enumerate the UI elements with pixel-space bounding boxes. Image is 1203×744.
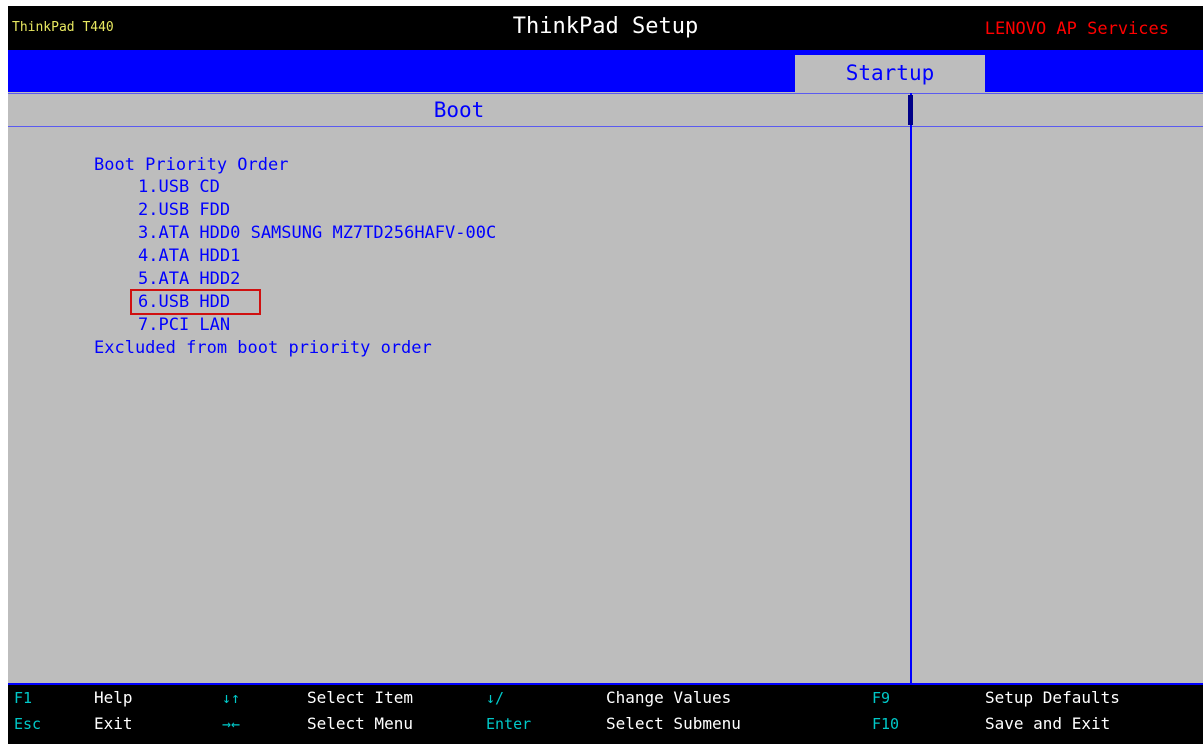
boot-item-ata-hdd1[interactable]: 4.ATA HDD1 (138, 245, 240, 267)
excluded-heading: Excluded from boot priority order (94, 338, 432, 358)
key-help-bar: F1 Help ↓↑ Select Item ↓/ Change Values … (8, 685, 1203, 744)
key-f1: F1 (14, 689, 33, 707)
key-updown-desc: Select Item (307, 688, 413, 707)
key-f10-desc: Save and Exit (985, 714, 1111, 733)
key-esc-desc: Exit (94, 714, 133, 733)
panel-divider (910, 93, 912, 683)
key-enter: Enter (486, 715, 532, 733)
key-f1-desc: Help (94, 688, 133, 707)
bios-screen: ThinkPad T440 ThinkPad Setup LENOVO AP S… (8, 6, 1203, 744)
section-title: Boot (8, 93, 910, 127)
key-f10: F10 (872, 715, 900, 733)
boot-item-ata-hdd0[interactable]: 3.ATA HDD0 SAMSUNG MZ7TD256HAFV-00C (138, 222, 496, 244)
key-f9-desc: Setup Defaults (985, 688, 1120, 707)
key-plusminus: ↓/ (486, 689, 505, 707)
key-f9: F9 (872, 689, 891, 707)
scroll-indicator (908, 95, 913, 125)
key-leftright-desc: Select Menu (307, 714, 413, 733)
key-leftright: →← (222, 715, 241, 733)
key-enter-desc: Select Submenu (606, 714, 741, 733)
boot-item-ata-hdd2[interactable]: 5.ATA HDD2 (138, 268, 240, 290)
boot-item-usb-hdd[interactable]: 6.USB HDD (138, 291, 230, 313)
boot-priority-heading: Boot Priority Order (94, 155, 289, 175)
boot-item-usb-fdd[interactable]: 2.USB FDD (138, 199, 230, 221)
title-bar: ThinkPad T440 ThinkPad Setup LENOVO AP S… (8, 6, 1203, 50)
key-plusminus-desc: Change Values (606, 688, 732, 707)
boot-item-usb-cd[interactable]: 1.USB CD (138, 176, 220, 198)
boot-item-pci-lan[interactable]: 7.PCI LAN (138, 314, 230, 336)
key-esc: Esc (14, 715, 42, 733)
tab-startup[interactable]: Startup (795, 55, 985, 92)
help-panel-header (912, 93, 1203, 127)
boot-order-panel: Boot Priority Order 1.USB CD 2.USB FDD 3… (8, 127, 908, 683)
key-updown: ↓↑ (222, 689, 241, 707)
menu-tab-bar: Startup (8, 50, 1203, 92)
vendor-label: LENOVO AP Services (984, 19, 1169, 39)
